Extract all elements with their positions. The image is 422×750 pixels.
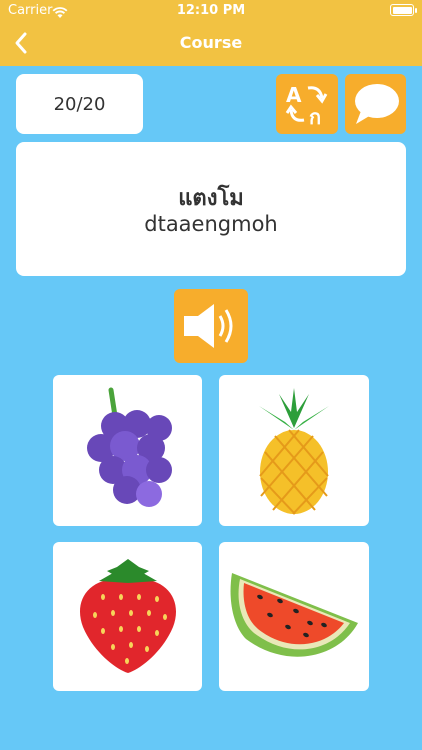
- word-native: แตงโม: [178, 186, 244, 211]
- speech-bubble-icon: [354, 84, 399, 124]
- svg-text:ก: ก: [309, 105, 321, 128]
- word-card: แตงโม dtaaengmoh: [16, 142, 406, 276]
- grapes-icon: [86, 387, 172, 507]
- choice-watermelon[interactable]: [219, 542, 369, 691]
- speaker-icon: [184, 304, 233, 348]
- comments-button[interactable]: [345, 74, 406, 134]
- translate-button[interactable]: A ก: [276, 74, 338, 134]
- progress-label: 20/20: [53, 93, 106, 115]
- choice-pineapple[interactable]: [219, 375, 369, 526]
- header-bar: Carrier 12:10 PM Course: [0, 0, 422, 66]
- word-romanized: dtaaengmoh: [144, 212, 278, 236]
- pineapple-icon: [259, 387, 329, 515]
- battery-icon: [390, 4, 417, 16]
- page-title: Course: [179, 33, 243, 52]
- strawberry-icon: [79, 558, 176, 673]
- translate-icon: A ก: [285, 83, 328, 128]
- watermelon-icon: [230, 572, 358, 657]
- status-bar: Carrier 12:10 PM: [0, 0, 422, 22]
- progress-counter: 20/20: [16, 74, 143, 134]
- status-time: 12:10 PM: [176, 3, 246, 18]
- svg-text:A: A: [286, 83, 302, 107]
- choice-grapes[interactable]: [53, 375, 202, 526]
- choice-strawberry[interactable]: [53, 542, 202, 691]
- play-audio-button[interactable]: [174, 289, 248, 363]
